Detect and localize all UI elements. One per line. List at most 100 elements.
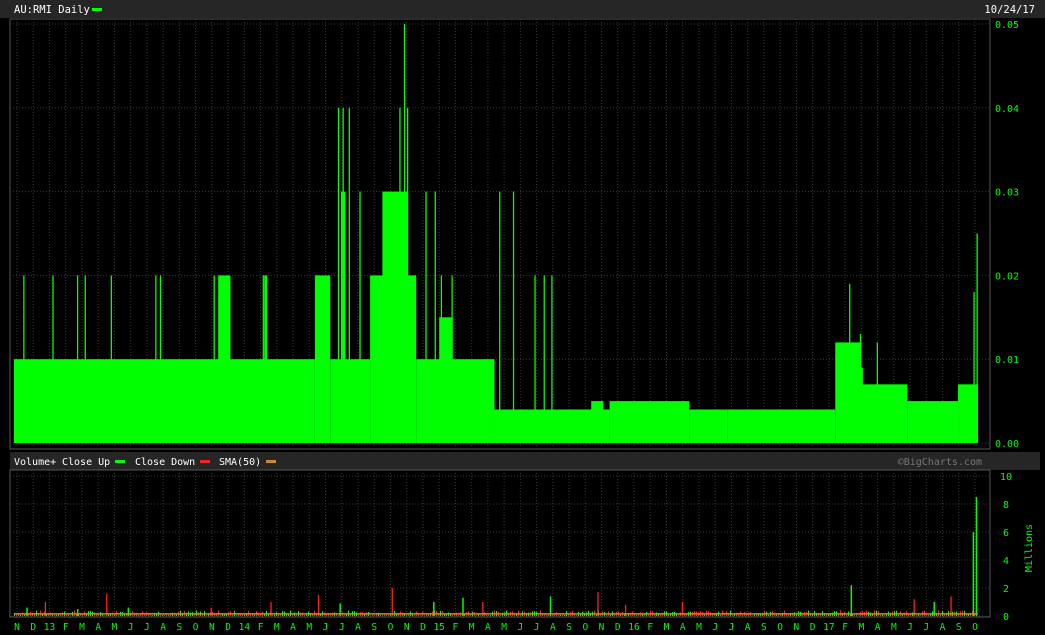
- volume-bar: [168, 615, 169, 616]
- volume-bar: [344, 614, 345, 616]
- volume-bar: [452, 614, 453, 616]
- x-tick-label: 13: [44, 622, 55, 633]
- volume-bar: [46, 614, 47, 616]
- volume-bar: [304, 614, 305, 616]
- volume-bar: [358, 615, 359, 616]
- volume-bar: [720, 615, 721, 616]
- price-spike: [876, 342, 878, 443]
- volume-bar: [288, 614, 289, 616]
- volume-bar: [370, 615, 371, 616]
- price-step: [907, 401, 959, 443]
- x-tick-label: D: [810, 622, 816, 633]
- x-tick-label: M: [112, 622, 118, 633]
- price-step: [591, 401, 604, 443]
- price-spike: [155, 275, 157, 443]
- volume-bar: [16, 614, 17, 616]
- volume-bar: [274, 614, 275, 616]
- volume-bar: [406, 614, 407, 616]
- price-step: [486, 392, 495, 443]
- volume-bar: [490, 615, 491, 616]
- price-legend-swatch: [92, 8, 102, 11]
- volume-bar: [220, 615, 221, 616]
- volume-bar: [206, 615, 207, 616]
- price-step: [264, 275, 268, 443]
- price-spike: [976, 233, 978, 443]
- volume-bar: [678, 615, 679, 616]
- volume-bar: [244, 615, 245, 616]
- price-spike: [399, 107, 401, 444]
- price-spike: [23, 275, 25, 443]
- price-y-tick-label: 0.04: [995, 104, 1019, 115]
- x-tick-label: J: [534, 622, 540, 633]
- volume-bar: [940, 615, 941, 616]
- x-tick-label: F: [842, 622, 848, 633]
- price-step: [689, 409, 728, 443]
- volume-plot-area: [9, 469, 991, 618]
- volume-bar: [724, 614, 725, 616]
- chart-frame: AU:RMI Daily 10/24/17 0.050.040.030.020.…: [0, 0, 1045, 635]
- volume-bar: [386, 614, 387, 616]
- x-tick-label: A: [290, 622, 296, 633]
- price-y-tick-label: 0.05: [995, 20, 1019, 31]
- volume-bar: [846, 615, 847, 616]
- x-tick-label: M: [79, 622, 85, 633]
- close-down-label: Close Down: [135, 457, 195, 468]
- volume-bar: [975, 497, 978, 616]
- volume-bar: [76, 609, 79, 616]
- x-tick-label: J: [128, 622, 134, 633]
- x-tick-label: 16: [628, 622, 640, 633]
- volume-bar: [564, 614, 565, 616]
- volume-bar: [236, 614, 237, 616]
- x-tick-label: S: [177, 622, 183, 633]
- volume-bar: [138, 614, 139, 616]
- close-up-swatch: [115, 460, 125, 463]
- x-tick-label: A: [485, 622, 491, 633]
- price-spike: [451, 275, 453, 443]
- volume-bar: [597, 592, 599, 616]
- volume-bar: [56, 614, 57, 616]
- volume-bar: [850, 585, 853, 616]
- price-step: [609, 401, 690, 443]
- x-tick-label: M: [501, 622, 507, 633]
- volume-bar: [38, 614, 39, 616]
- x-tick-label: O: [582, 622, 588, 633]
- x-tick-label: S: [566, 622, 572, 633]
- price-spike: [406, 107, 409, 444]
- volume-bar: [796, 614, 797, 616]
- volume-bar: [858, 615, 859, 616]
- volume-bar: [428, 615, 429, 616]
- volume-bar: [144, 614, 145, 616]
- price-step: [958, 384, 978, 443]
- volume-bar: [391, 588, 393, 616]
- x-tick-label: J: [339, 622, 345, 633]
- volume-bar: [424, 615, 425, 616]
- price-spike: [76, 275, 79, 443]
- symbol-label: AU:RMI Daily: [14, 4, 90, 16]
- volume-y-tick-label: 4: [1003, 556, 1009, 567]
- x-tick-label: A: [550, 622, 556, 633]
- x-tick-label: M: [858, 622, 864, 633]
- price-spike: [403, 24, 406, 443]
- volume-bar: [610, 614, 611, 616]
- volume-bar: [950, 596, 952, 616]
- x-tick-label: 17: [823, 622, 834, 633]
- volume-bar: [824, 614, 825, 616]
- x-tick-label: S: [761, 622, 767, 633]
- price-spike: [534, 275, 536, 443]
- volume-header: Volume+ Close Up Close Down SMA(50) ©Big…: [10, 452, 1040, 470]
- volume-bar: [686, 614, 687, 616]
- price-step: [416, 359, 495, 443]
- price-y-tick-label: 0.03: [995, 188, 1019, 199]
- volume-bar: [52, 614, 53, 616]
- x-tick-label: F: [258, 622, 264, 633]
- volume-bar: [317, 595, 320, 616]
- x-tick-label: O: [777, 622, 783, 633]
- volume-bar: [558, 614, 559, 616]
- x-tick-label: J: [907, 622, 913, 633]
- volume-bar: [560, 614, 561, 616]
- price-spike: [110, 275, 113, 443]
- volume-bar: [34, 614, 35, 616]
- x-tick-label: D: [615, 622, 621, 633]
- volume-bar: [918, 614, 919, 616]
- volume-bar: [374, 615, 375, 616]
